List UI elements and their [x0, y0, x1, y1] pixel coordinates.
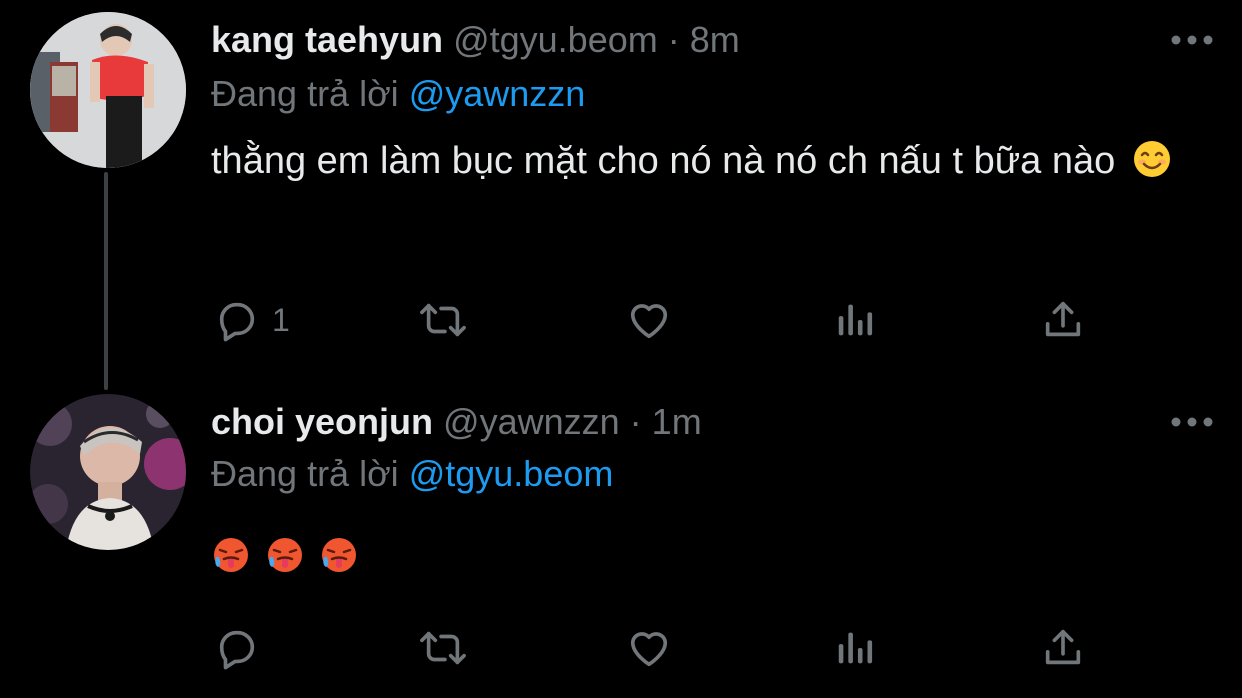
replying-to: Đang trả lời @yawnzzn [211, 70, 585, 118]
reply-icon [219, 630, 255, 670]
timestamp[interactable]: 1m [652, 401, 702, 442]
tweet-header: choi yeonjun @yawnzzn · 1m [211, 398, 702, 446]
views-button[interactable] [833, 618, 879, 678]
hot-face-emoji-icon [211, 530, 251, 596]
tweet-actions: 1 [0, 290, 1242, 350]
reply-button[interactable] [214, 618, 260, 678]
retweet-button[interactable] [416, 290, 470, 350]
mention-link[interactable]: @tgyu.beom [409, 453, 614, 494]
user-handle[interactable]: @yawnzzn [443, 401, 620, 442]
like-button[interactable] [625, 618, 673, 678]
smiling-face-emoji-icon [1132, 134, 1172, 200]
more-icon[interactable] [1170, 412, 1214, 432]
share-icon [1045, 629, 1081, 665]
retweet-icon [420, 631, 466, 665]
views-button[interactable] [833, 290, 879, 350]
replying-to-label: Đang trả lời [211, 453, 399, 494]
reply-button[interactable]: 1 [214, 290, 290, 350]
tweet-text [211, 528, 1201, 596]
reply-icon [219, 302, 255, 342]
tweet-choi-yeonjun[interactable]: choi yeonjun @yawnzzn · 1m Đang trả lời … [0, 390, 1242, 698]
separator-dot: · [629, 401, 642, 442]
tweet-text: thằng em làm bục mặt cho nó nà nó ch nấu… [211, 128, 1201, 200]
replying-to-label: Đang trả lời [211, 73, 399, 114]
retweet-icon [420, 303, 466, 337]
views-icon [838, 304, 873, 336]
separator-dot: · [667, 19, 680, 60]
more-icon[interactable] [1170, 30, 1214, 50]
share-icon [1045, 301, 1081, 337]
hot-face-emoji-icon [319, 530, 359, 596]
hot-face-emoji-icon [265, 530, 305, 596]
like-icon [630, 304, 668, 339]
retweet-button[interactable] [416, 618, 470, 678]
display-name[interactable]: kang taehyun [211, 19, 443, 60]
user-handle[interactable]: @tgyu.beom [453, 19, 658, 60]
display-name[interactable]: choi yeonjun [211, 401, 433, 442]
like-icon [630, 632, 668, 667]
avatar[interactable] [30, 394, 186, 550]
mention-link[interactable]: @yawnzzn [409, 73, 586, 114]
tweet-kang-taehyun[interactable]: kang taehyun @tgyu.beom · 8m Đang trả lờ… [0, 0, 1242, 390]
share-button[interactable] [1040, 290, 1086, 350]
timestamp[interactable]: 8m [690, 19, 740, 60]
reply-count: 1 [272, 301, 290, 338]
like-button[interactable] [625, 290, 673, 350]
views-icon [838, 632, 873, 664]
tweet-header: kang taehyun @tgyu.beom · 8m [211, 16, 740, 64]
replying-to: Đang trả lời @tgyu.beom [211, 450, 613, 498]
avatar[interactable] [30, 12, 186, 168]
share-button[interactable] [1040, 618, 1086, 678]
tweet-actions [0, 618, 1242, 678]
tweet-text-content: thằng em làm bục mặt cho nó nà nó ch nấu… [211, 140, 1116, 182]
